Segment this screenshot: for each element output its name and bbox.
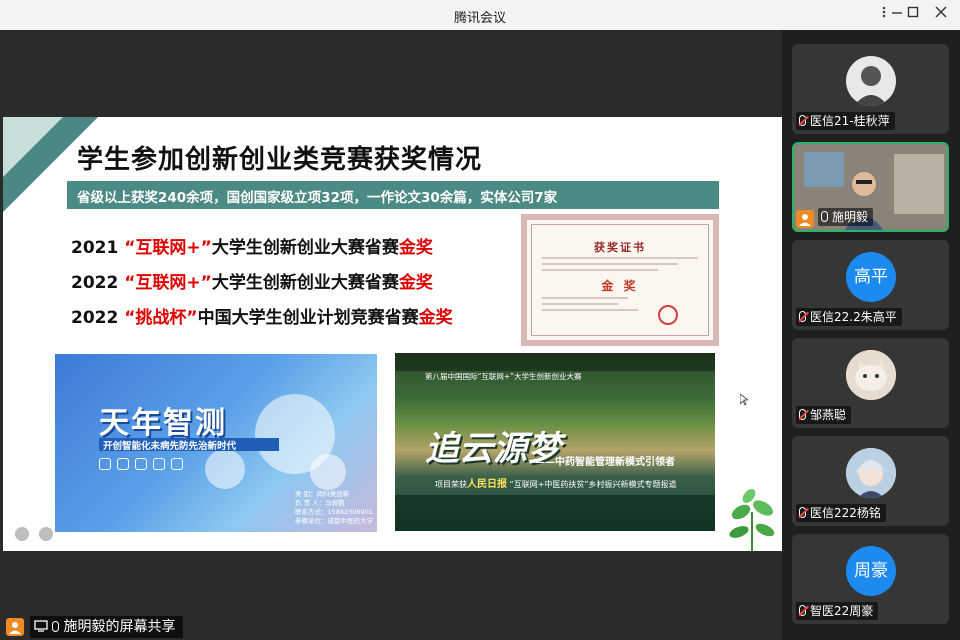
plant-icon xyxy=(729,489,775,551)
microphone-muted-icon xyxy=(799,605,806,616)
avatar xyxy=(846,56,896,106)
poster1-detail: 参赛单位：成都中医药大学 xyxy=(295,517,373,525)
participant-name-label: 医信222杨铭 xyxy=(796,504,886,522)
mouse-cursor-icon xyxy=(740,394,748,406)
certificate-prize: 金 奖 xyxy=(601,279,639,293)
feature-icon xyxy=(117,458,129,470)
feature-icon xyxy=(135,458,147,470)
poster1-tagline-bar: 开创智能化未病先防先治新时代 xyxy=(99,438,279,452)
participant-tile[interactable]: 邹燕聪 xyxy=(792,338,949,428)
avatar-initials: 周豪 xyxy=(846,546,896,596)
microphone-muted-icon xyxy=(799,507,806,518)
poster2-top-strip: 第八届中国国际“互联网+”大学生创新创业大赛 xyxy=(425,372,582,381)
feature-icon xyxy=(153,458,165,470)
host-icon xyxy=(796,210,814,228)
microphone-icon xyxy=(52,621,60,632)
slide-subtitle-bar: 省级以上获奖240余项，国创国家级立项32项，一作论文30余篇，实体公司7家 xyxy=(67,181,719,209)
maximize-icon[interactable] xyxy=(902,5,924,25)
poster2-footer xyxy=(395,495,715,531)
poster1-title: 天年智测 xyxy=(99,406,227,441)
participant-tile[interactable]: 医信222杨铭 xyxy=(792,436,949,526)
project-poster-tiannian: 天年智测 开创智能化未病先防先治新时代 类 别：商科类创新 负 责 人：马俊鹏 … xyxy=(55,354,377,532)
award-line: 2022 “互联网+”大学生创新创业大赛省赛金奖 xyxy=(71,273,433,293)
avatar xyxy=(846,350,896,400)
avatar xyxy=(846,448,896,498)
feature-icon xyxy=(99,458,111,470)
avatar-initials: 高平 xyxy=(846,252,896,302)
screen-share-icon xyxy=(34,620,48,632)
microphone-muted-icon xyxy=(799,115,806,126)
award-line: 2021 “互联网+”大学生创新创业大赛省赛金奖 xyxy=(71,238,433,258)
presentation-slide: 学生参加创新创业类竞赛获奖情况 省级以上获奖240余项，国创国家级立项32项，一… xyxy=(3,117,782,551)
feature-icon xyxy=(171,458,183,470)
prev-slide-button[interactable] xyxy=(15,527,29,541)
participant-tile[interactable]: 医信21-桂秋萍 xyxy=(792,44,949,134)
participant-name-label: 邹燕聪 xyxy=(796,406,852,424)
participant-name-label: 智医22周豪 xyxy=(796,602,879,620)
project-poster-zhuiyun: 第八届中国国际“互联网+”大学生创新创业大赛 追云源梦 ——中药智能管理新模式引… xyxy=(395,353,715,531)
slide-subtitle: 省级以上获奖240余项，国创国家级立项32项，一作论文30余篇，实体公司7家 xyxy=(77,190,558,206)
poster2-subtitle: ——中药智能管理新模式引领者 xyxy=(535,457,675,468)
close-icon[interactable] xyxy=(930,5,952,25)
microphone-muted-icon xyxy=(799,409,806,420)
slide-corner-decoration-light xyxy=(3,117,63,177)
participant-tile-active[interactable]: 施明毅 xyxy=(792,142,949,232)
microphone-muted-icon xyxy=(799,311,806,322)
slide-title: 学生参加创新创业类竞赛获奖情况 xyxy=(77,145,483,175)
participant-tile[interactable]: 高平 医信22.2朱高平 xyxy=(792,240,949,330)
screen-share-owner: 施明毅的屏幕共享 xyxy=(63,619,176,635)
participant-tile[interactable]: 周豪 智医22周豪 xyxy=(792,534,949,624)
seal-icon xyxy=(658,305,678,325)
next-slide-button[interactable] xyxy=(39,527,53,541)
microphone-icon xyxy=(821,211,828,222)
award-line: 2022 “挑战杯”中国大学生创业计划竞赛省赛金奖 xyxy=(71,308,453,328)
screen-share-area[interactable]: 学生参加创新创业类竞赛获奖情况 省级以上获奖240余项，国创国家级立项32项，一… xyxy=(0,30,782,640)
poster1-tagline: 开创智能化未病先防先治新时代 xyxy=(103,441,237,452)
window-title: 腾讯会议 xyxy=(453,11,506,26)
participant-icon xyxy=(6,618,24,636)
participant-name-label: 医信22.2朱高平 xyxy=(796,308,902,326)
participant-name-label: 医信21-桂秋萍 xyxy=(796,112,895,130)
certificate-title: 获奖证书 xyxy=(594,241,646,254)
poster2-press-line: 项目荣获人民日报 “互联网+中医药扶贫”乡村振兴新模式专题报道 xyxy=(435,479,677,490)
poster2-header-strip xyxy=(395,353,715,371)
screen-share-label: 施明毅的屏幕共享 xyxy=(30,616,184,638)
participant-name-label: 施明毅 xyxy=(818,208,874,226)
participants-panel: 医信21-桂秋萍 施明毅 高平 医信22.2朱高平 邹燕聪 医信222杨铭 周豪… xyxy=(782,30,960,640)
award-certificate-image: 获奖证书 金 奖 xyxy=(521,214,719,346)
title-bar: 腾讯会议 xyxy=(0,0,960,30)
